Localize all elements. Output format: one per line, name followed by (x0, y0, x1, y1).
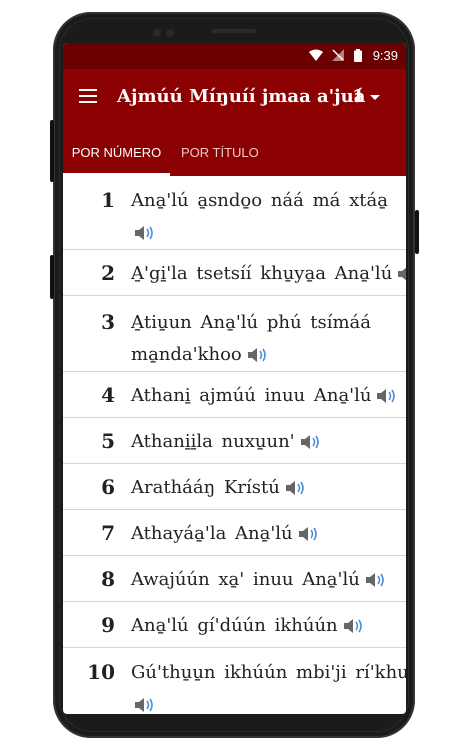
hymn-number: 10 (87, 660, 115, 684)
hymn-title-cont: ma̱nda'khoo (131, 344, 242, 365)
hymn-title-line: Awajúún xa̱' inuu Ana̱'lú (131, 569, 388, 590)
speaker-line (129, 694, 157, 714)
tab-by-title[interactable]: POR TÍTULO (181, 125, 259, 176)
signal-off-icon (332, 49, 345, 61)
hymn-title: Athayáa̱'la Ana̱'lú (131, 523, 293, 544)
speaker-icon[interactable] (133, 695, 157, 714)
hymn-title-line: Athani̱i̱la nuxu̱un' (131, 431, 323, 452)
speaker-icon[interactable] (133, 223, 157, 243)
list-item[interactable]: 9 Ana̱'lú gí'dúún ikhúún (63, 602, 406, 648)
hymn-title-line: Athani̱ ajmúú inuu Ana̱'lú (131, 385, 399, 406)
hymn-title: A̱'gi̱'la tsetsíí khu̱ya̱a Ana̱'lú (131, 263, 393, 284)
status-time: 9:39 (372, 48, 398, 63)
hymn-title-line: A̱'gi̱'la tsetsíí khu̱ya̱a Ana̱'lú (131, 263, 406, 284)
hymn-title-line: Arathááŋ Krístú (131, 477, 308, 498)
hymn-title-line2: ma̱nda'khoo (131, 344, 270, 365)
list-item[interactable]: 8 Awajúún xa̱' inuu Ana̱'lú (63, 556, 406, 602)
speaker-line (129, 222, 157, 243)
hymn-title: Gú'thu̱u̱n ikhúún mbi'ji rí'khui̱ (131, 662, 406, 683)
speaker-icon[interactable] (375, 386, 399, 406)
app-bar: Ajmúú Míŋuíí jmaa a'juá 1 (63, 69, 406, 125)
status-icons (308, 48, 362, 63)
speaker-icon[interactable] (246, 345, 270, 365)
list-item[interactable]: 6 Arathááŋ Krístú (63, 464, 406, 510)
speaker-icon[interactable] (364, 570, 388, 590)
volume-button-2 (50, 255, 54, 299)
list-item[interactable]: 2 A̱'gi̱'la tsetsíí khu̱ya̱a Ana̱'lú (63, 250, 406, 296)
menu-icon[interactable] (79, 89, 97, 103)
hymn-number: 3 (101, 310, 115, 334)
hymn-number: 9 (101, 613, 115, 637)
hymn-title: Ana̱'lú gí'dúún ikhúún (131, 615, 338, 636)
tab-by-number[interactable]: POR NÚMERO (63, 125, 170, 176)
earpiece (212, 29, 256, 33)
hymn-number-selector[interactable]: 1 (352, 86, 365, 107)
hymn-number: 4 (101, 383, 115, 407)
hymn-title: Athani̱ ajmúú inuu Ana̱'lú (131, 385, 372, 406)
camera-dot (153, 29, 161, 37)
hymn-title: Awajúún xa̱' inuu Ana̱'lú (131, 569, 360, 590)
wifi-icon (308, 49, 323, 61)
hymn-list: 1 Ana̱'lú a̱sndo̱o náá má xtáa̱ 2 A̱'gi̱… (63, 176, 406, 714)
hymn-title: A̱tiu̱un Ana̱'lú phú tsímáá (131, 312, 372, 333)
hymn-number: 5 (101, 429, 115, 453)
speaker-icon[interactable] (396, 264, 406, 284)
app-screen: 9:39 Ajmúú Míŋuíí jmaa a'juá 1 POR NÚMER… (63, 43, 406, 714)
hymn-title-line: Ana̱'lú gí'dúún ikhúún (131, 615, 366, 636)
caret-down-icon[interactable] (370, 95, 380, 100)
hymn-number: 7 (101, 521, 115, 545)
speaker-icon[interactable] (297, 524, 321, 544)
list-item[interactable]: 4 Athani̱ ajmúú inuu Ana̱'lú (63, 372, 406, 418)
speaker-icon[interactable] (284, 478, 308, 498)
list-item[interactable]: 10 Gú'thu̱u̱n ikhúún mbi'ji rí'khui̱ (63, 648, 406, 714)
list-item[interactable]: 1 Ana̱'lú a̱sndo̱o náá má xtáa̱ (63, 176, 406, 250)
hymn-title-line: Athayáa̱'la Ana̱'lú (131, 523, 321, 544)
sensor-dot (166, 29, 174, 37)
speaker-icon[interactable] (342, 616, 366, 636)
speaker-icon[interactable] (299, 432, 323, 452)
hymn-title: Arathááŋ Krístú (131, 477, 280, 498)
hymn-number: 2 (101, 261, 115, 285)
hymn-title: Ana̱'lú a̱sndo̱o náá má xtáa̱ (131, 190, 388, 211)
hymn-number: 1 (101, 188, 115, 212)
battery-icon (354, 49, 362, 62)
hymn-number: 6 (101, 475, 115, 499)
hymn-title: Athani̱i̱la nuxu̱un' (131, 431, 295, 452)
list-item[interactable]: 5 Athani̱i̱la nuxu̱un' (63, 418, 406, 464)
tab-bar: POR NÚMERO POR TÍTULO (63, 125, 406, 176)
power-button (415, 210, 419, 254)
app-title: Ajmúú Míŋuíí jmaa a'juá (117, 86, 366, 107)
list-item[interactable]: 3 A̱tiu̱un Ana̱'lú phú tsímáá ma̱nda'kho… (63, 296, 406, 372)
list-item[interactable]: 7 Athayáa̱'la Ana̱'lú (63, 510, 406, 556)
volume-button (50, 120, 54, 182)
status-bar: 9:39 (63, 43, 406, 69)
hymn-number: 8 (101, 567, 115, 591)
